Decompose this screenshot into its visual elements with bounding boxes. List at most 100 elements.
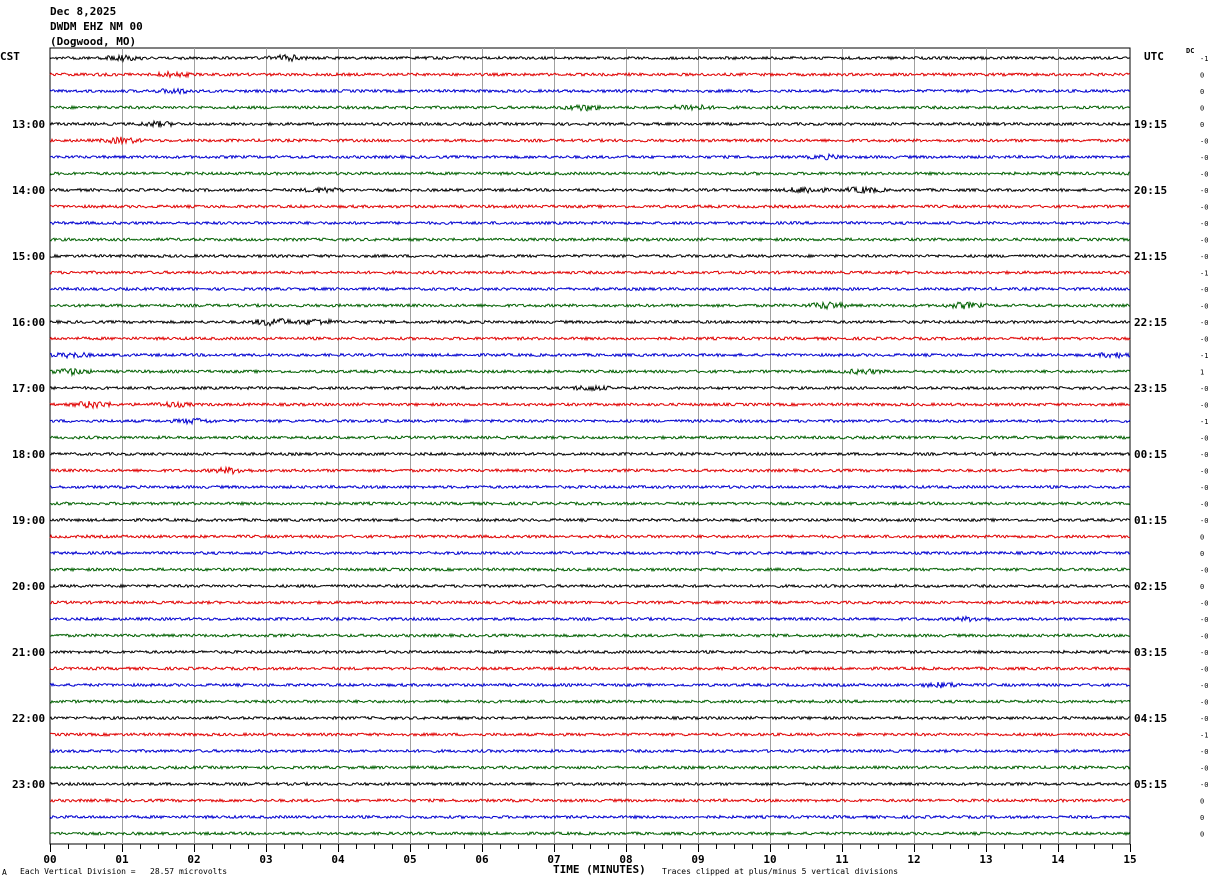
plot-frame xyxy=(49,47,1131,845)
seismic-trace xyxy=(49,236,1131,243)
seismic-trace xyxy=(49,383,1131,392)
dc-offset-label: -0 xyxy=(1200,567,1208,575)
seismic-trace xyxy=(49,185,1131,195)
dc-offset-label: -0 xyxy=(1200,204,1208,212)
seismic-trace xyxy=(49,748,1131,754)
x-axis-title: TIME (MINUTES) xyxy=(553,863,646,876)
right-hour-label: 05:15 xyxy=(1134,778,1167,791)
seismic-trace xyxy=(49,500,1131,507)
dc-offset-label: 0 xyxy=(1200,831,1204,839)
dc-offset-label: 0 xyxy=(1200,534,1204,542)
dc-offset-label: -0 xyxy=(1200,435,1208,443)
left-hour-label: 21:00 xyxy=(12,646,45,659)
seismic-trace xyxy=(49,681,1131,689)
seismic-trace xyxy=(49,69,1131,79)
left-hour-label: 18:00 xyxy=(12,448,45,461)
seismic-trace xyxy=(49,434,1131,441)
seismic-trace xyxy=(49,300,1131,311)
seismic-trace xyxy=(49,400,1131,410)
seismic-trace xyxy=(49,715,1131,721)
seismic-trace xyxy=(49,614,1131,623)
footer-scale-note: Each Vertical Division = 28.57 microvolt… xyxy=(20,867,228,876)
dc-offset-label: -0 xyxy=(1200,187,1208,195)
dc-offset-label: -0 xyxy=(1200,781,1208,789)
dc-offset-label: -0 xyxy=(1200,765,1208,773)
seismic-trace xyxy=(49,797,1131,804)
x-tick-label: 06 xyxy=(475,853,489,866)
left-hour-label: 13:00 xyxy=(12,118,45,131)
seismic-trace xyxy=(49,103,1131,112)
left-hour-label: 22:00 xyxy=(12,712,45,725)
dc-offset-label: -0 xyxy=(1200,600,1208,608)
dc-offset-label: -0 xyxy=(1200,171,1208,179)
dc-offset-label: -0 xyxy=(1200,715,1208,723)
seismic-trace xyxy=(49,583,1131,589)
seismic-trace xyxy=(49,465,1131,476)
dc-offset-label: -0 xyxy=(1200,319,1208,327)
footer-clip-note: Traces clipped at plus/minus 5 vertical … xyxy=(662,867,899,876)
seismic-trace xyxy=(49,599,1131,606)
seismic-trace xyxy=(49,665,1131,672)
x-tick-label: 01 xyxy=(115,853,129,866)
dc-offset-label: -0 xyxy=(1200,138,1208,146)
dc-offset-label: -0 xyxy=(1200,748,1208,756)
seismic-trace xyxy=(49,119,1131,129)
seismic-trace xyxy=(49,830,1131,837)
seismic-trace xyxy=(49,649,1131,655)
left-hour-label: 17:00 xyxy=(12,382,45,395)
footer-mark: A xyxy=(2,868,7,877)
seismic-trace xyxy=(49,731,1131,738)
seismic-trace xyxy=(49,253,1131,259)
seismic-trace xyxy=(49,517,1131,523)
x-tick-label: 10 xyxy=(763,853,776,866)
seismic-trace xyxy=(49,269,1131,276)
seismic-trace xyxy=(49,152,1130,161)
seismic-trace xyxy=(49,417,1131,426)
dc-offset-label: 0 xyxy=(1200,105,1204,113)
dc-offset-label: -0 xyxy=(1200,484,1208,492)
dc-offset-label: -0 xyxy=(1200,336,1208,344)
seismic-trace xyxy=(49,781,1131,787)
dc-offset-label: -1 xyxy=(1200,732,1208,740)
seismic-trace xyxy=(49,698,1131,705)
dc-offset-label: -0 xyxy=(1200,237,1208,245)
seismic-trace xyxy=(49,335,1131,342)
x-tick-label: 03 xyxy=(259,853,272,866)
left-hour-label: 15:00 xyxy=(12,250,45,263)
seismic-trace xyxy=(49,533,1131,540)
dc-offset-label: -0 xyxy=(1200,616,1208,624)
left-hour-label: 19:00 xyxy=(12,514,45,527)
dc-offset-label: -0 xyxy=(1200,649,1208,657)
right-hour-label: 02:15 xyxy=(1134,580,1167,593)
seismic-trace xyxy=(49,451,1131,457)
seismic-trace xyxy=(49,220,1131,226)
left-hour-label: 16:00 xyxy=(12,316,45,329)
dc-offset-label: -0 xyxy=(1200,154,1208,162)
left-hour-label: 20:00 xyxy=(12,580,45,593)
dc-offset-label: -0 xyxy=(1200,402,1208,410)
right-hour-label: 19:15 xyxy=(1134,118,1167,131)
dc-offset-label: -1 xyxy=(1200,352,1208,360)
seismogram-plot: 00 01 02 03 04 05 06 07 08 09 10 11 12 13 14 15 -10000-… xyxy=(12,47,1208,866)
dc-offset-label: -0 xyxy=(1200,633,1208,641)
dc-offset-label: -0 xyxy=(1200,286,1208,294)
dc-offset-label: -1 xyxy=(1200,270,1208,278)
dc-offset-label: 0 xyxy=(1200,121,1204,129)
x-tick-label: 02 xyxy=(187,853,200,866)
dc-offset-label: -0 xyxy=(1200,451,1208,459)
x-tick-label: 11 xyxy=(835,853,849,866)
x-tick-label: 12 xyxy=(907,853,920,866)
x-tick-label: 13 xyxy=(979,853,992,866)
dc-offset-label: -0 xyxy=(1200,220,1208,228)
seismic-trace xyxy=(49,170,1131,177)
dc-offset-label: -1 xyxy=(1200,55,1208,63)
dc-offset-label: -0 xyxy=(1200,517,1208,525)
right-hour-label: 20:15 xyxy=(1134,184,1167,197)
x-tick-label: 14 xyxy=(1051,853,1065,866)
x-tick-label: 00 xyxy=(43,853,56,866)
seismic-trace xyxy=(49,484,1131,490)
right-hour-label: 03:15 xyxy=(1134,646,1167,659)
seismic-trace xyxy=(49,632,1131,639)
right-hour-label: 04:15 xyxy=(1134,712,1167,725)
seismic-trace xyxy=(49,203,1131,210)
